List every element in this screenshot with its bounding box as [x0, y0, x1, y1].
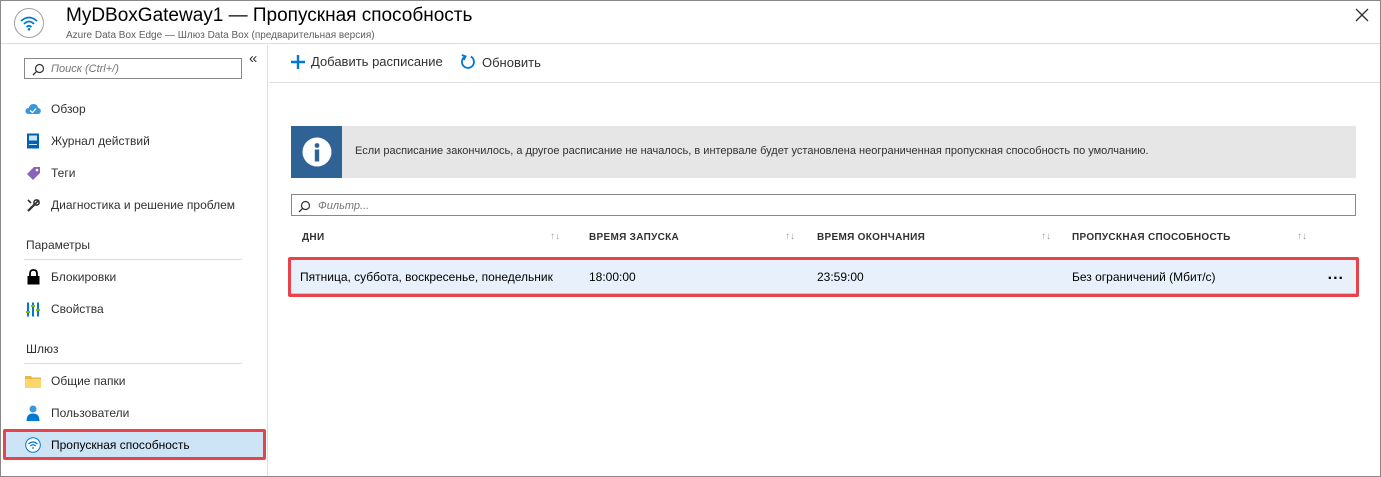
- sidebar-item-label: Пользователи: [51, 406, 130, 420]
- column-header-end-time[interactable]: ВРЕМЯ ОКОНЧАНИЯ: [817, 232, 925, 243]
- journal-icon: [25, 133, 41, 149]
- properties-icon: [25, 301, 41, 317]
- collapse-sidebar-button[interactable]: «: [249, 50, 257, 67]
- refresh-label: Обновить: [482, 54, 541, 70]
- add-schedule-button[interactable]: Добавить расписание: [291, 54, 443, 69]
- close-icon[interactable]: [1354, 7, 1370, 23]
- sidebar-item-users[interactable]: Пользователи: [5, 399, 263, 427]
- column-header-bandwidth[interactable]: ПРОПУСКНАЯ СПОСОБНОСТЬ: [1072, 232, 1231, 243]
- add-schedule-label: Добавить расписание: [311, 54, 443, 69]
- main-content: Добавить расписание Обновить Если распис…: [269, 45, 1380, 476]
- cloud-icon: [25, 101, 41, 117]
- search-icon: [32, 63, 45, 76]
- search-icon: [298, 200, 311, 213]
- sidebar-item-label: Блокировки: [51, 270, 117, 284]
- info-banner: Если расписание закончилось, а другое ра…: [291, 126, 1356, 178]
- sidebar-item-label: Общие папки: [51, 374, 126, 388]
- page-title: MyDBoxGateway1 — Пропускная способность: [66, 5, 473, 26]
- command-bar: Добавить расписание Обновить: [269, 45, 1380, 83]
- sort-icon[interactable]: ↑↓: [785, 231, 795, 242]
- sidebar-item-label: Журнал действий: [51, 134, 150, 148]
- user-icon: [25, 405, 41, 421]
- highlight-schedule-row: [288, 257, 1359, 297]
- highlight-sidebar-bandwidth: [3, 429, 266, 460]
- sidebar-item-label: Обзор: [51, 102, 86, 116]
- page-subtitle: Azure Data Box Edge — Шлюз Data Box (пре…: [66, 30, 375, 41]
- sidebar-item-tags[interactable]: Теги: [5, 159, 263, 187]
- refresh-icon: [461, 54, 475, 69]
- sidebar: « Обзор Журнал действий Теги: [1, 45, 268, 476]
- tag-icon: [25, 165, 41, 181]
- sidebar-item-shares[interactable]: Общие папки: [5, 367, 263, 395]
- sidebar-item-label: Свойства: [51, 302, 104, 316]
- sort-icon[interactable]: ↑↓: [550, 231, 560, 242]
- column-header-start-time[interactable]: ВРЕМЯ ЗАПУСКА: [589, 232, 679, 243]
- blade-header: MyDBoxGateway1 — Пропускная способность …: [1, 1, 1380, 44]
- sidebar-item-label: Теги: [51, 166, 76, 180]
- section-divider: [24, 259, 242, 260]
- section-divider: [24, 363, 242, 364]
- info-text: Если расписание закончилось, а другое ра…: [355, 145, 1149, 157]
- sort-icon[interactable]: ↑↓: [1041, 231, 1051, 242]
- sidebar-item-properties[interactable]: Свойства: [5, 295, 263, 323]
- column-header-days[interactable]: ДНИ: [302, 232, 324, 243]
- search-input[interactable]: [51, 61, 236, 76]
- section-gateway: Шлюз: [26, 342, 59, 356]
- refresh-button[interactable]: Обновить: [460, 54, 541, 70]
- sidebar-item-activity-log[interactable]: Журнал действий: [5, 127, 263, 155]
- sidebar-item-diagnostics[interactable]: Диагностика и решение проблем: [5, 191, 263, 219]
- sidebar-item-locks[interactable]: Блокировки: [5, 263, 263, 291]
- wifi-icon: [14, 8, 44, 38]
- lock-icon: [25, 269, 41, 285]
- sidebar-search[interactable]: [24, 58, 242, 79]
- filter-field[interactable]: [291, 194, 1356, 216]
- sidebar-item-label: Диагностика и решение проблем: [51, 198, 236, 212]
- plus-icon: [291, 54, 305, 69]
- section-parameters: Параметры: [26, 238, 90, 252]
- filter-input[interactable]: [318, 198, 1318, 213]
- folder-icon: [25, 373, 41, 389]
- sidebar-item-overview[interactable]: Обзор: [5, 95, 263, 123]
- wrench-icon: [25, 197, 41, 213]
- info-icon: [291, 126, 342, 178]
- sort-icon[interactable]: ↑↓: [1297, 231, 1307, 242]
